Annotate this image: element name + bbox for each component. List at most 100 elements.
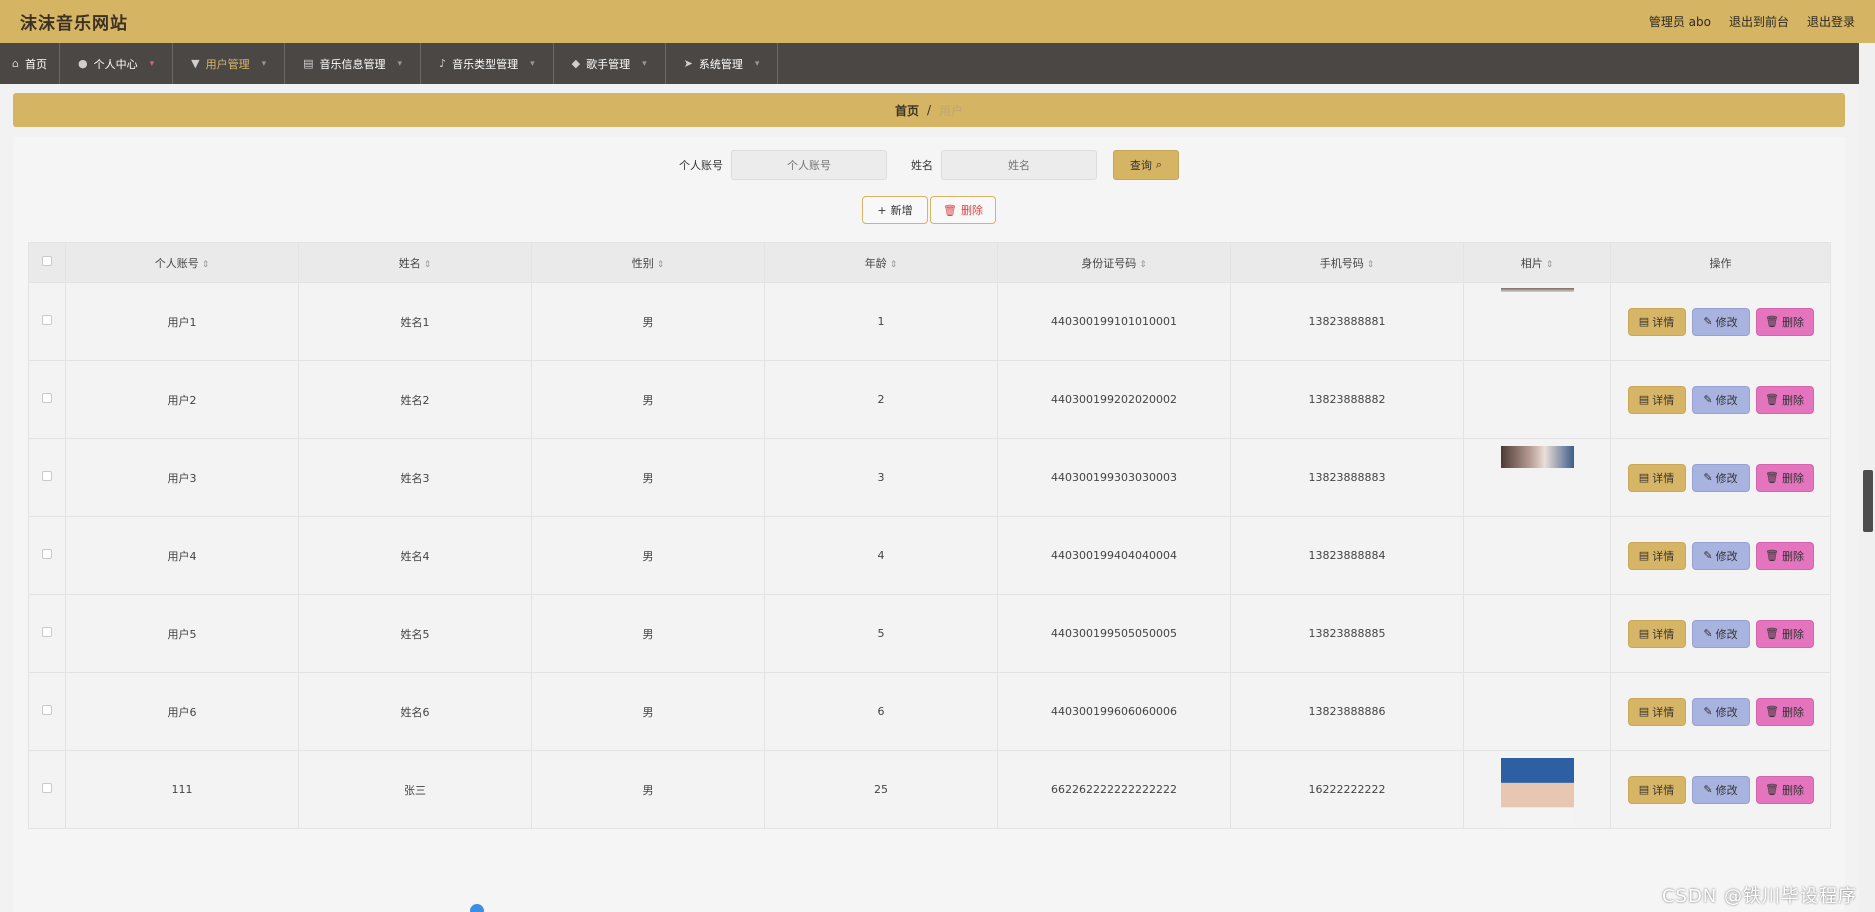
row-select[interactable] <box>28 360 66 439</box>
cell-age: 6 <box>764 672 998 751</box>
col-phone[interactable]: 手机号码 ⇕ <box>1230 242 1464 283</box>
page-scrollbar[interactable] <box>1859 43 1875 912</box>
edit-button[interactable]: ✎ 修改 <box>1691 307 1750 336</box>
row-select[interactable] <box>28 438 66 517</box>
detail-button[interactable]: ▤ 详情 <box>1627 775 1686 804</box>
nav-singer[interactable]: ◆ 歌手管理 ▾ <box>554 43 666 84</box>
cell-account: 用户1 <box>65 282 299 361</box>
edit-button[interactable]: ✎ 修改 <box>1691 619 1750 648</box>
sort-icon[interactable]: ⇕ <box>657 260 665 270</box>
delete-button[interactable]: 🗑 删除 <box>1755 307 1814 336</box>
delete-label: 删除 <box>960 204 983 217</box>
query-button[interactable]: 查询 ⌕ <box>1113 150 1179 180</box>
table-row: 用户5 姓名5 男 5 440300199505050005 138238888… <box>28 594 1831 673</box>
row-checkbox[interactable] <box>42 393 52 403</box>
edit-button[interactable]: ✎ 修改 <box>1691 463 1750 492</box>
nav-user-management[interactable]: ▼ 用户管理 ▾ <box>173 43 286 84</box>
edit-button[interactable]: ✎ 修改 <box>1691 385 1750 414</box>
doc-icon: ▤ <box>1638 783 1650 796</box>
doc-icon: ▤ <box>1638 627 1650 640</box>
col-photo[interactable]: 相片 ⇕ <box>1463 242 1611 283</box>
delete-button[interactable]: 🗑 删除 <box>1755 775 1814 804</box>
user-photo[interactable] <box>1501 446 1574 468</box>
edit-button[interactable]: ✎ 修改 <box>1691 697 1750 726</box>
plus-icon: + <box>877 203 887 217</box>
edit-button[interactable]: ✎ 修改 <box>1691 541 1750 570</box>
delete-button[interactable]: 🗑 删除 <box>1755 541 1814 570</box>
delete-button[interactable]: 🗑 删除 <box>1755 463 1814 492</box>
cell-age: 25 <box>764 750 998 829</box>
row-checkbox[interactable] <box>42 315 52 325</box>
row-select[interactable] <box>28 516 66 595</box>
sort-icon[interactable]: ⇕ <box>1367 260 1375 270</box>
breadcrumb-home[interactable]: 首页 <box>895 102 919 119</box>
detail-button[interactable]: ▤ 详情 <box>1627 697 1686 726</box>
row-checkbox[interactable] <box>42 627 52 637</box>
pencil-icon: ✎ <box>1703 471 1713 484</box>
col-name[interactable]: 姓名 ⇕ <box>298 242 532 283</box>
cell-account: 用户6 <box>65 672 299 751</box>
cell-phone: 16222222222 <box>1230 750 1464 829</box>
user-photo[interactable] <box>1501 288 1574 292</box>
row-checkbox[interactable] <box>42 549 52 559</box>
cell-account: 用户5 <box>65 594 299 673</box>
detail-button[interactable]: ▤ 详情 <box>1627 541 1686 570</box>
edit-label: 修改 <box>1715 471 1738 485</box>
floating-dot-icon[interactable] <box>470 904 484 912</box>
row-select[interactable] <box>28 672 66 751</box>
sort-icon[interactable]: ⇕ <box>1546 260 1554 270</box>
to-front-link[interactable]: 退出到前台 <box>1729 13 1789 30</box>
detail-button[interactable]: ▤ 详情 <box>1627 307 1686 336</box>
nav-personal-center[interactable]: ● 个人中心 ▾ <box>60 43 174 84</box>
delete-label: 删除 <box>1781 783 1804 797</box>
chevron-down-icon: ▾ <box>149 58 155 69</box>
detail-button[interactable]: ▤ 详情 <box>1627 385 1686 414</box>
sort-icon[interactable]: ⇕ <box>890 260 898 270</box>
col-label: 性别 <box>631 256 654 270</box>
add-label: 新增 <box>890 204 913 217</box>
home-icon: ⌂ <box>12 57 19 70</box>
col-age[interactable]: 年龄 ⇕ <box>764 242 998 283</box>
delete-button[interactable]: 🗑 删除 <box>1755 619 1814 648</box>
row-checkbox[interactable] <box>42 705 52 715</box>
col-id-number[interactable]: 身份证号码 ⇕ <box>997 242 1231 283</box>
row-checkbox[interactable] <box>42 783 52 793</box>
row-checkbox[interactable] <box>42 471 52 481</box>
row-select[interactable] <box>28 750 66 829</box>
site-logo: 沫沫音乐网站 <box>20 14 128 34</box>
add-button[interactable]: + 新增 <box>862 196 928 224</box>
nav-system[interactable]: ➤ 系统管理 ▾ <box>666 43 779 84</box>
sort-icon[interactable]: ⇕ <box>202 260 210 270</box>
select-all-cell[interactable] <box>28 242 66 283</box>
batch-delete-button[interactable]: 🗑 删除 <box>930 196 996 224</box>
logout-link[interactable]: 退出登录 <box>1807 13 1855 30</box>
user-photo[interactable] <box>1501 758 1574 828</box>
cell-name: 姓名6 <box>298 672 532 751</box>
row-select[interactable] <box>28 282 66 361</box>
nav-music-type[interactable]: ♪ 音乐类型管理 ▾ <box>421 43 554 84</box>
detail-button[interactable]: ▤ 详情 <box>1627 463 1686 492</box>
edit-button[interactable]: ✎ 修改 <box>1691 775 1750 804</box>
detail-label: 详情 <box>1652 393 1675 407</box>
detail-label: 详情 <box>1652 705 1675 719</box>
table-row: 111 张三 男 25 662262222222222222 162222222… <box>28 750 1831 829</box>
col-gender[interactable]: 性别 ⇕ <box>531 242 765 283</box>
delete-button[interactable]: 🗑 删除 <box>1755 697 1814 726</box>
sort-icon[interactable]: ⇕ <box>424 260 432 270</box>
col-account[interactable]: 个人账号 ⇕ <box>65 242 299 283</box>
main-nav: ⌂ 首页 ● 个人中心 ▾ ▼ 用户管理 ▾ ▤ 音乐信息管理 ▾ ♪ 音乐类型… <box>0 43 1859 84</box>
account-search-input[interactable] <box>731 150 887 180</box>
select-all-checkbox[interactable] <box>42 256 52 266</box>
row-select[interactable] <box>28 594 66 673</box>
nav-home[interactable]: ⌂ 首页 <box>0 43 60 84</box>
delete-button[interactable]: 🗑 删除 <box>1755 385 1814 414</box>
table-header-row: 个人账号 ⇕ 姓名 ⇕ 性别 ⇕ 年龄 ⇕ 身份证号码 ⇕ 手机号码 ⇕ 相片 ⇕ 操作 <box>28 242 1831 283</box>
nav-music-info[interactable]: ▤ 音乐信息管理 ▾ <box>285 43 422 84</box>
top-bar: 沫沫音乐网站 管理员 abo 退出到前台 退出登录 <box>0 0 1875 43</box>
name-search-input[interactable] <box>941 150 1097 180</box>
chevron-down-icon: ▾ <box>397 58 403 69</box>
trash-icon: 🗑 <box>1765 783 1779 796</box>
detail-button[interactable]: ▤ 详情 <box>1627 619 1686 648</box>
sort-icon[interactable]: ⇕ <box>1139 260 1147 270</box>
scrollbar-thumb[interactable] <box>1863 470 1873 532</box>
